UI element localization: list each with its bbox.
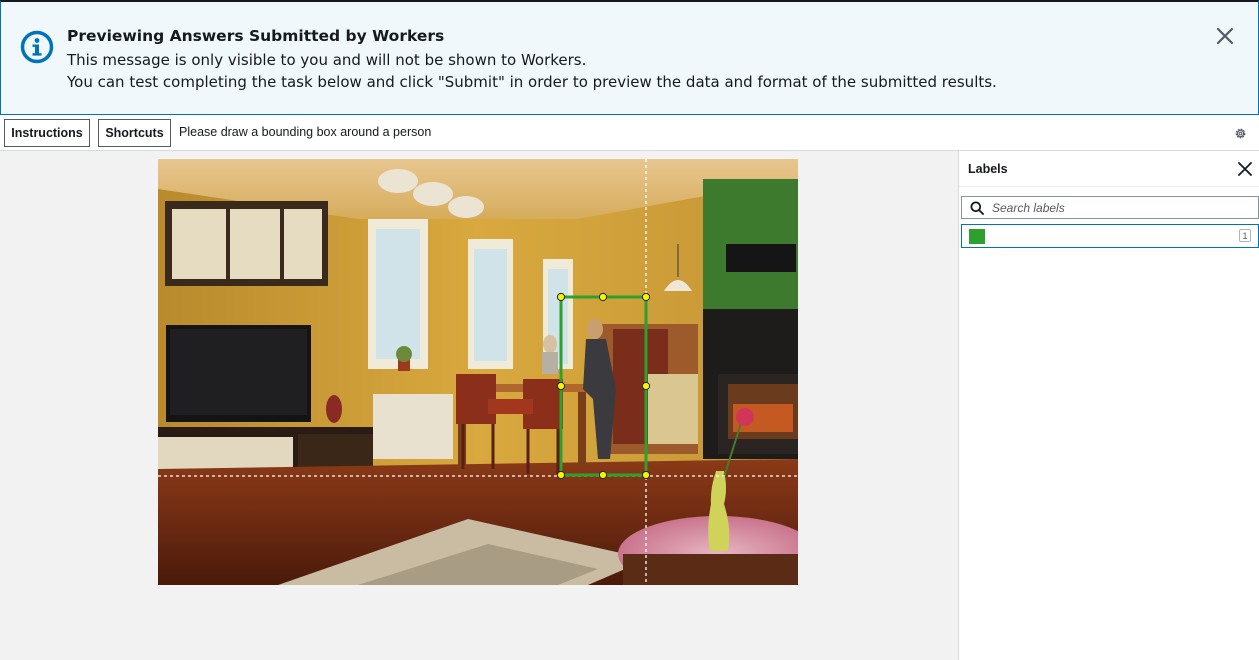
info-icon: [20, 30, 54, 64]
labels-title: Labels: [968, 162, 1008, 176]
annotation-canvas[interactable]: [0, 151, 958, 660]
banner-instructions: You can test completing the task below a…: [67, 73, 997, 91]
resize-handle: [598, 292, 608, 302]
search-input[interactable]: [992, 199, 1252, 217]
banner-message: This message is only visible to you and …: [67, 51, 587, 69]
preview-banner: Previewing Answers Submitted by Workers …: [0, 0, 1259, 115]
room-photo: [158, 159, 798, 585]
task-prompt: Please draw a bounding box around a pers…: [179, 125, 432, 139]
gear-icon[interactable]: [1234, 127, 1247, 140]
task-image[interactable]: [158, 159, 798, 585]
instructions-button[interactable]: Instructions: [4, 119, 90, 147]
resize-handle: [641, 381, 651, 391]
labels-panel: Labels 1: [958, 151, 1259, 660]
label-color-swatch: [969, 229, 985, 244]
resize-handle: [556, 470, 566, 480]
resize-handle: [641, 292, 651, 302]
resize-handle: [556, 292, 566, 302]
label-count-badge: 1: [1239, 229, 1251, 242]
search-icon: [970, 201, 984, 215]
banner-title: Previewing Answers Submitted by Workers: [67, 27, 445, 45]
resize-handle: [598, 470, 608, 480]
resize-handle: [641, 470, 651, 480]
close-icon[interactable]: [1237, 161, 1253, 177]
label-search-box[interactable]: [961, 196, 1259, 219]
close-icon[interactable]: [1215, 26, 1235, 46]
shortcuts-button[interactable]: Shortcuts: [98, 119, 171, 147]
label-item[interactable]: 1: [961, 224, 1259, 248]
labels-header: Labels: [959, 151, 1259, 187]
resize-handle: [556, 381, 566, 391]
task-toolbar: Instructions Shortcuts Please draw a bou…: [0, 115, 1259, 151]
